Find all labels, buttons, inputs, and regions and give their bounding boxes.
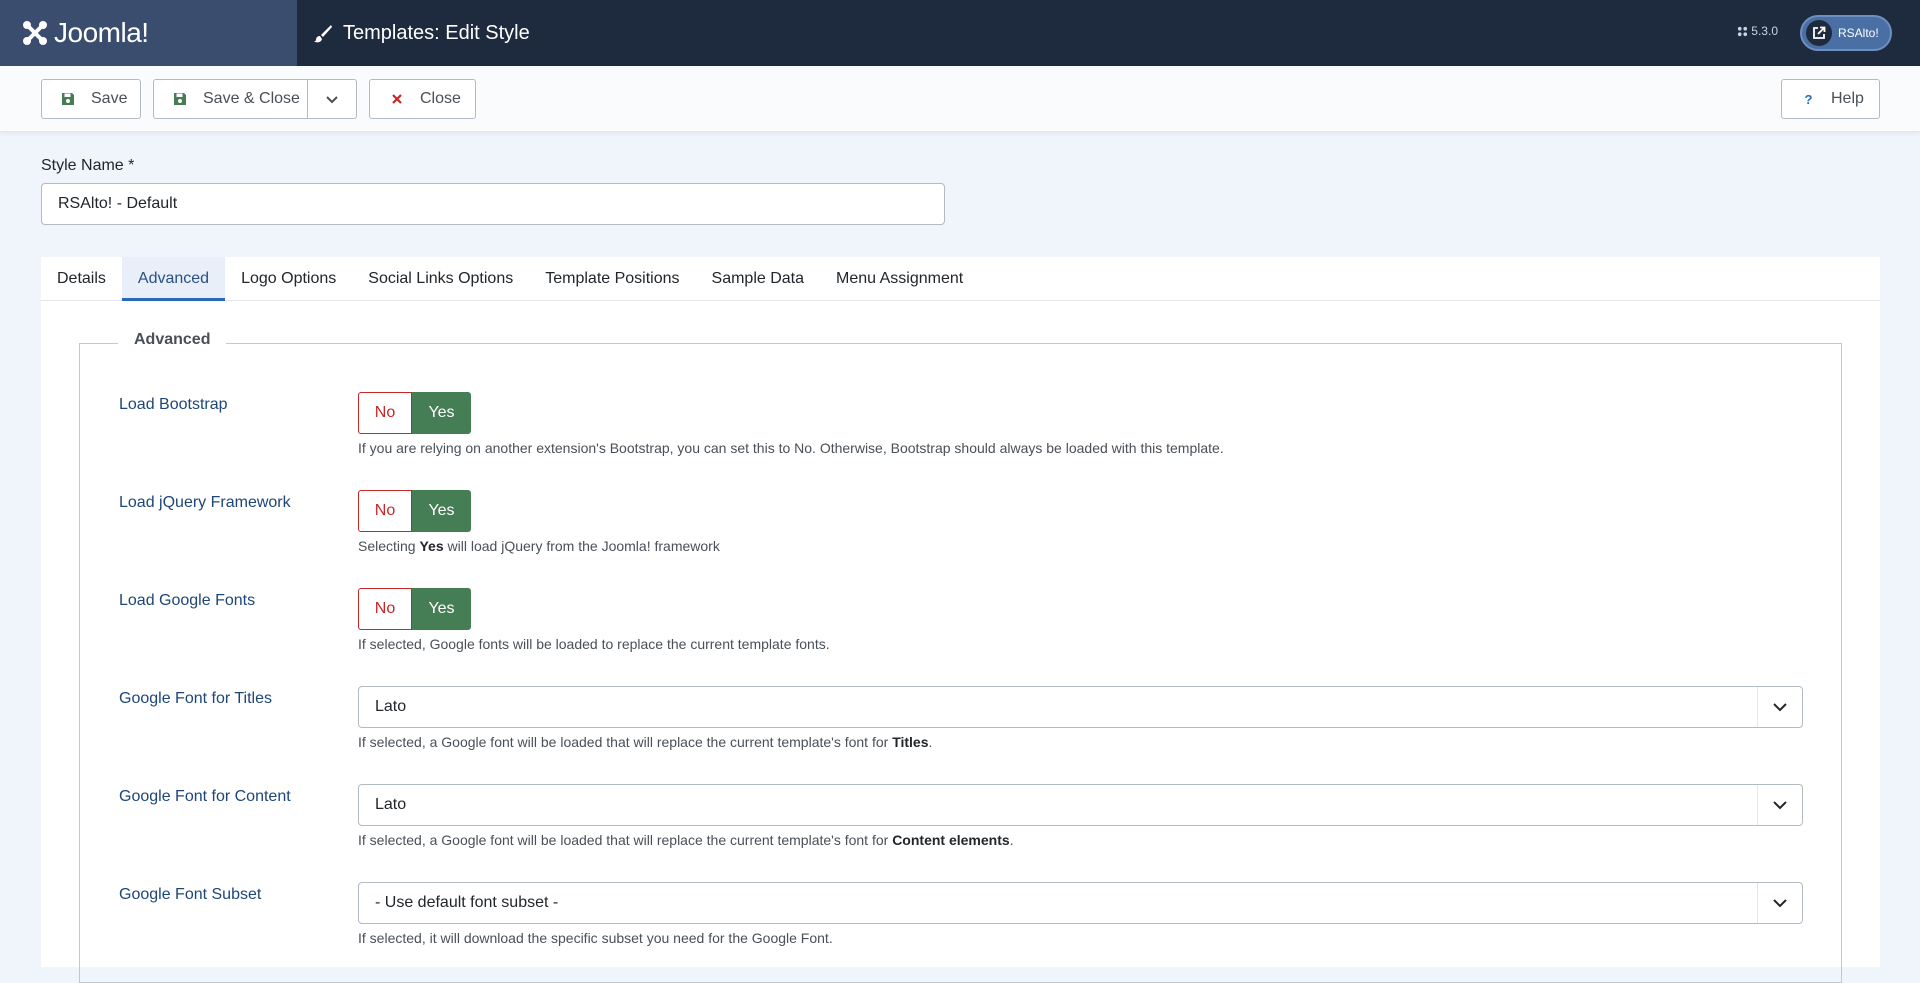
- help-text-bold: Titles: [892, 734, 929, 750]
- fieldset-legend: Advanced: [118, 331, 227, 349]
- site-name: RSAlto!: [1838, 26, 1879, 40]
- help-text-post: .: [928, 734, 933, 750]
- joomla-logo-icon: [23, 21, 47, 45]
- font-titles-label: Google Font for Titles: [119, 690, 272, 707]
- advanced-fieldset: Advanced Load Bootstrap No Yes If you ar…: [79, 331, 1842, 983]
- close-button[interactable]: Close: [369, 79, 476, 119]
- load-bootstrap-help: If you are relying on another extension'…: [358, 440, 1224, 456]
- page-title: Templates: Edit Style: [313, 22, 530, 45]
- save-label: Save: [91, 90, 128, 107]
- toolbar: Save Save & Close Close ? Help: [0, 66, 1920, 132]
- chevron-down-icon: [1773, 899, 1787, 908]
- brand-name: Joomla!: [54, 17, 149, 48]
- font-content-value: Lato: [375, 796, 407, 813]
- chevron-down-icon: [1773, 703, 1787, 712]
- font-content-select[interactable]: Lato: [358, 784, 1803, 826]
- tab-details[interactable]: Details: [41, 257, 122, 301]
- edit-card: Details Advanced Logo Options Social Lin…: [41, 257, 1880, 983]
- font-subset-select[interactable]: - Use default font subset -: [358, 882, 1803, 924]
- chevron-down-icon: [326, 96, 338, 104]
- close-icon: [392, 94, 402, 104]
- help-label: Help: [1831, 90, 1864, 107]
- help-text-post: will load jQuery from the Joomla! framew…: [443, 538, 720, 554]
- help-button[interactable]: ? Help: [1781, 79, 1880, 119]
- load-google-fonts-label: Load Google Fonts: [119, 592, 256, 609]
- help-text-pre: If selected, a Google font will be loade…: [358, 832, 893, 848]
- font-titles-help: If selected, a Google font will be loade…: [358, 734, 932, 750]
- paintbrush-icon: [314, 25, 332, 43]
- external-link-icon: [1813, 26, 1826, 39]
- close-label: Close: [420, 90, 461, 107]
- tab-advanced[interactable]: Advanced: [121, 257, 226, 301]
- load-google-fonts-yes[interactable]: Yes: [412, 588, 471, 630]
- load-jquery-label: Load jQuery Framework: [119, 494, 291, 511]
- help-text-bold: Yes: [419, 538, 444, 554]
- font-subset-caret: [1757, 883, 1802, 923]
- load-jquery-switch: No Yes: [358, 490, 471, 532]
- save-options-dropdown[interactable]: [307, 79, 357, 119]
- version-badge: 5.3.0: [1737, 24, 1778, 38]
- help-text-bold: Content elements: [892, 832, 1010, 848]
- save-button[interactable]: Save: [41, 79, 141, 119]
- load-jquery-no[interactable]: No: [358, 490, 412, 532]
- help-text-pre: Selecting: [358, 538, 420, 554]
- font-titles-caret: [1757, 687, 1802, 727]
- save-close-label: Save & Close: [203, 90, 300, 107]
- tab-logo-options[interactable]: Logo Options: [225, 257, 352, 301]
- logo[interactable]: Joomla!: [0, 0, 297, 66]
- save-icon: [174, 93, 186, 105]
- load-bootstrap-switch: No Yes: [358, 392, 471, 434]
- tab-bar: Details Advanced Logo Options Social Lin…: [41, 257, 1880, 301]
- joomla-small-icon: [1738, 26, 1748, 36]
- font-titles-select[interactable]: Lato: [358, 686, 1803, 728]
- style-name-input[interactable]: [41, 183, 945, 225]
- load-bootstrap-label: Load Bootstrap: [119, 396, 228, 413]
- load-google-fonts-no[interactable]: No: [358, 588, 412, 630]
- font-titles-value: Lato: [375, 698, 407, 715]
- tab-social-links-options[interactable]: Social Links Options: [352, 257, 529, 301]
- font-subset-help: If selected, it will download the specif…: [358, 930, 833, 946]
- load-bootstrap-yes[interactable]: Yes: [412, 392, 471, 434]
- version-text: 5.3.0: [1751, 24, 1778, 38]
- load-google-fonts-switch: No Yes: [358, 588, 471, 630]
- load-bootstrap-no[interactable]: No: [358, 392, 412, 434]
- font-content-caret: [1757, 785, 1802, 825]
- help-text-post: .: [1009, 832, 1014, 848]
- font-content-label: Google Font for Content: [119, 788, 291, 805]
- load-jquery-yes[interactable]: Yes: [412, 490, 471, 532]
- tab-menu-assignment[interactable]: Menu Assignment: [820, 257, 979, 301]
- tab-sample-data[interactable]: Sample Data: [696, 257, 821, 301]
- load-jquery-help: Selecting Yes will load jQuery from the …: [358, 538, 720, 554]
- load-google-fonts-help: If selected, Google fonts will be loaded…: [358, 636, 830, 652]
- top-header: Joomla! Templates: Edit Style 5.3.0 RSAl…: [0, 0, 1920, 66]
- font-subset-value: - Use default font subset -: [375, 894, 559, 911]
- page-title-text: Templates: Edit Style: [343, 21, 530, 44]
- question-icon: ?: [1805, 92, 1813, 106]
- chevron-down-icon: [1773, 801, 1787, 810]
- save-close-button[interactable]: Save & Close: [153, 79, 308, 119]
- svg-text:?: ?: [1805, 92, 1813, 106]
- save-icon: [62, 93, 74, 105]
- font-subset-label: Google Font Subset: [119, 886, 262, 903]
- external-link-icon-wrap: [1806, 20, 1832, 46]
- tab-template-positions[interactable]: Template Positions: [529, 257, 695, 301]
- help-text-pre: If selected, a Google font will be loade…: [358, 734, 893, 750]
- font-content-help: If selected, a Google font will be loade…: [358, 832, 1014, 848]
- site-link-button[interactable]: RSAlto!: [1800, 15, 1892, 51]
- style-name-label: Style Name *: [41, 157, 135, 174]
